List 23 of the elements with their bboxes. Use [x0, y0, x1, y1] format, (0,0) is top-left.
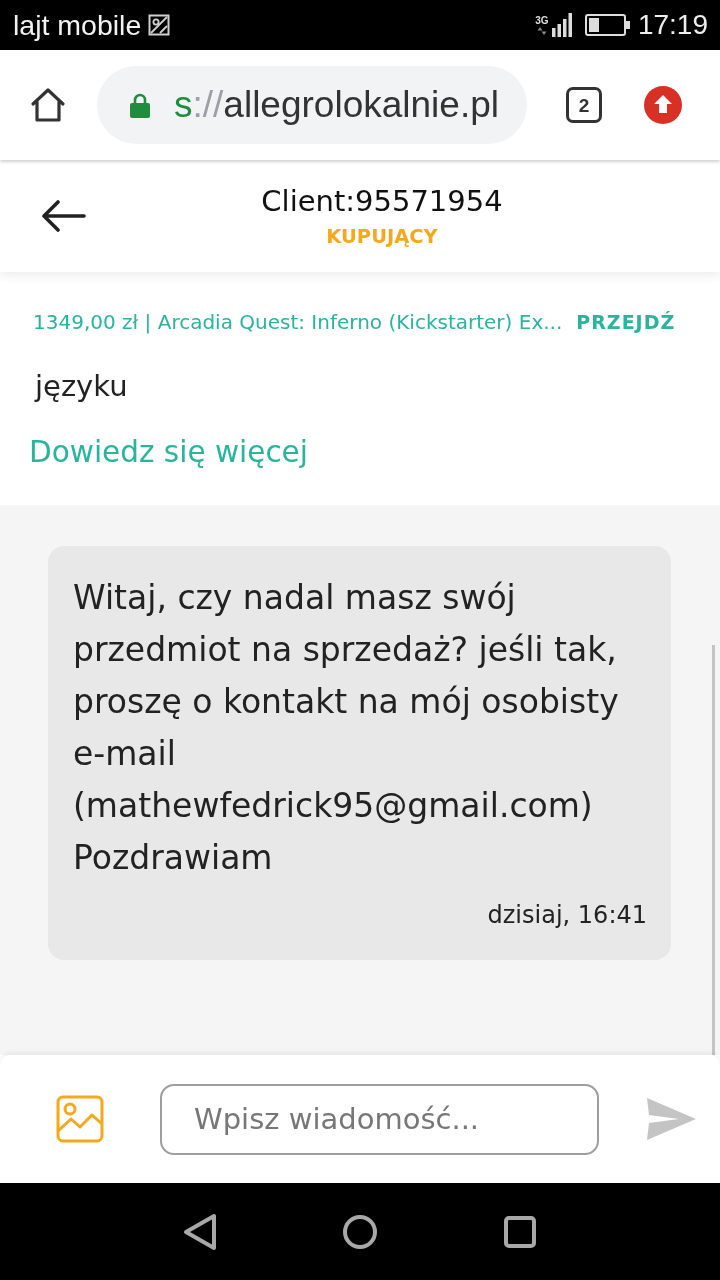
- clock-time: 17:19: [637, 9, 708, 41]
- back-icon[interactable]: [183, 1212, 217, 1251]
- url-text: s://allegrolokalnie.pl: [174, 83, 499, 127]
- home-circle-icon[interactable]: [343, 1212, 377, 1251]
- lock-icon: [130, 92, 150, 118]
- address-bar[interactable]: s://allegrolokalnie.pl: [97, 66, 527, 144]
- update-icon[interactable]: [644, 86, 682, 124]
- picture-icon: [148, 14, 171, 36]
- chat-title: Client:95571954: [261, 183, 503, 219]
- network-type-label: 3G: [535, 15, 549, 26]
- carrier-name: lajt mobile: [13, 9, 142, 41]
- tab-switcher-button[interactable]: 2: [566, 87, 602, 123]
- message-time: dzisiaj, 16:41: [486, 900, 647, 931]
- notice-text: języku: [35, 368, 128, 404]
- back-arrow-icon[interactable]: [42, 199, 86, 233]
- data-arrows-icon: [536, 27, 547, 35]
- signal-icon: [551, 13, 572, 37]
- message-input[interactable]: Wpisz wiadomość...: [160, 1083, 599, 1155]
- battery-icon: [584, 14, 630, 36]
- offer-summary: 1349,00 zł | Arcadia Quest: Inferno (Kickstarter) Ex...: [33, 309, 563, 335]
- home-icon[interactable]: [30, 87, 66, 123]
- role-label: KUPUJĄCY: [326, 225, 438, 249]
- message-text: Witaj, czy nadal masz swój przedmiot na sprzedaż? jeśli tak, proszę o kontakt na mój osobisty e-mail (mathewfedrick95@gmail.com) Pozdrawiam: [73, 577, 620, 879]
